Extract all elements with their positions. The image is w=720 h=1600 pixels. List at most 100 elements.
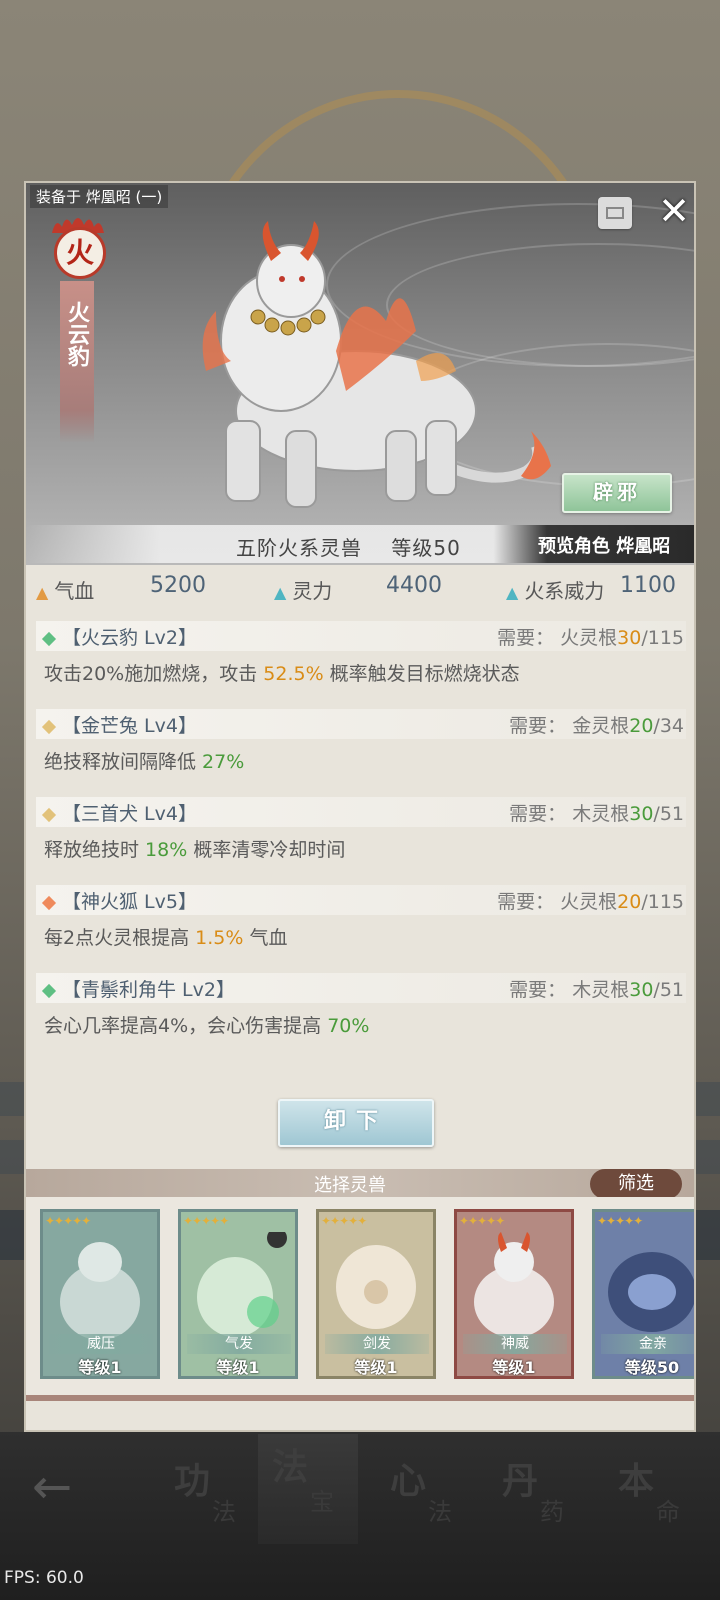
nav-label-big: 丹 — [502, 1460, 539, 1502]
skill-name-text: 【金芒兔 Lv4】 — [62, 715, 197, 737]
beast-portrait — [608, 1252, 694, 1332]
panel-bottom-edge — [26, 1395, 694, 1401]
star-rating-icon: ✦✦✦✦✦ — [321, 1214, 367, 1228]
desc-highlight: 70% — [327, 1015, 370, 1037]
diamond-icon — [41, 719, 57, 734]
alt-form-button[interactable]: 辟邪 — [562, 473, 672, 513]
skill-requirement: 需要： 火灵根20/115 — [497, 887, 684, 914]
desc-highlight: 1.5% — [195, 927, 244, 949]
beast-card-level: 等级1 — [492, 1358, 536, 1377]
skill-description: 释放绝技时 18% 概率清零冷却时间 — [44, 835, 345, 862]
desc-text: 释放绝技时 — [44, 839, 146, 861]
beast-card[interactable]: ✦✦✦✦✦ 剑发 等级1 — [316, 1209, 436, 1379]
desc-highlight: 18% — [145, 839, 188, 861]
desc-text: 每2点火灵根提高 — [44, 927, 196, 949]
req-have: 20 — [629, 715, 654, 737]
req-have: 30 — [629, 803, 654, 825]
req-root: 金灵根 — [572, 715, 630, 737]
skill-name: 【金芒兔 Lv4】 — [41, 711, 197, 738]
req-root: 火灵根 — [560, 627, 618, 649]
star-rating-icon: ✦✦✦✦✦ — [597, 1214, 643, 1228]
diamond-icon — [41, 807, 57, 822]
stat-value: 1100 — [620, 573, 676, 598]
skill-name: 【神火狐 Lv5】 — [41, 887, 197, 914]
stat-label: 灵力 — [292, 579, 333, 603]
nav-label-small: 法 — [212, 1498, 236, 1526]
bag-icon[interactable] — [598, 197, 632, 229]
nav-fabao[interactable]: 法 宝 — [258, 1434, 358, 1544]
beast-card-tag: 金亲 — [601, 1334, 694, 1354]
skill-entry: 【神火狐 Lv5】 需要： 火灵根20/115 每2点火灵根提高 1.5% 气血 — [36, 885, 686, 955]
beast-card[interactable]: ✦✦✦✦✦ 威压 等级1 — [40, 1209, 160, 1379]
req-total: /51 — [653, 979, 684, 1001]
nav-label-small: 宝 — [310, 1488, 334, 1516]
desc-text: 攻击20%施加燃烧，攻击 — [44, 663, 264, 685]
stat-mana: ▲ 灵力 4400 — [274, 573, 474, 605]
star-rating-icon: ✦✦✦✦✦ — [459, 1214, 505, 1228]
skill-name-text: 【火云豹 Lv2】 — [62, 627, 197, 649]
stat-label: 火系威力 — [524, 579, 605, 603]
back-arrow-icon[interactable]: ← — [32, 1462, 92, 1512]
stat-hp: ▲ 气血 5200 — [36, 573, 236, 605]
skill-name: 【三首犬 Lv4】 — [41, 799, 197, 826]
nav-gongfa[interactable]: 功 法 — [160, 1452, 260, 1542]
preview-character-label: 预览角色 烨凰昭 — [538, 536, 671, 557]
desc-highlight: 52.5% — [263, 663, 324, 685]
close-icon[interactable]: ✕ — [654, 191, 694, 231]
unequip-button[interactable]: 卸下 — [278, 1099, 434, 1147]
beast-card[interactable]: ✦✦✦✦✦ 神威 等级1 — [454, 1209, 574, 1379]
beast-portrait — [474, 1232, 554, 1338]
nav-label-small: 命 — [656, 1498, 680, 1526]
skill-name-text: 【三首犬 Lv4】 — [62, 803, 197, 825]
beast-card-level: 等级1 — [78, 1358, 122, 1377]
diamond-icon — [41, 631, 57, 646]
nav-danyao[interactable]: 丹 药 — [488, 1452, 588, 1542]
nav-xinfa[interactable]: 心 法 — [376, 1452, 476, 1542]
beast-portrait — [60, 1242, 140, 1340]
skill-name-text: 【青鬃利角牛 Lv2】 — [62, 979, 235, 1001]
skill-description: 每2点火灵根提高 1.5% 气血 — [44, 923, 287, 950]
triangle-up-icon: ▲ — [506, 583, 519, 602]
beast-card-level: 等级1 — [354, 1358, 398, 1377]
triangle-up-icon: ▲ — [274, 583, 287, 602]
star-rating-icon: ✦✦✦✦✦ — [183, 1214, 229, 1228]
beast-card[interactable]: ✦✦✦✦✦ 金亲 等级50 — [592, 1209, 694, 1379]
beast-card-list: ✦✦✦✦✦ 威压 等级1 ✦✦✦✦✦ 气发 等级1 ✦✦✦✦✦ 剑发 等级1 ✦… — [26, 1197, 694, 1397]
req-total: /51 — [653, 803, 684, 825]
select-beast-title: 选择灵兽 — [314, 1175, 386, 1196]
skill-name: 【火云豹 Lv2】 — [41, 623, 197, 650]
skill-requirement: 需要： 火灵根30/115 — [497, 623, 684, 650]
beast-detail-panel: 装备于 烨凰昭 (一) ✕ 火 火云豹 辟邪 五阶火系灵兽 等级50 预览角色 … — [24, 181, 696, 1432]
nav-label-small: 药 — [540, 1498, 564, 1526]
req-have: 20 — [617, 891, 642, 913]
beast-name: 火云豹 — [60, 301, 94, 374]
beast-card-tag: 威压 — [49, 1334, 153, 1354]
req-have: 30 — [629, 979, 654, 1001]
req-total: /115 — [641, 627, 684, 649]
nav-label-big: 法 — [272, 1446, 309, 1488]
diamond-icon — [41, 983, 57, 998]
skill-name: 【青鬃利角牛 Lv2】 — [41, 975, 235, 1002]
triangle-up-icon: ▲ — [36, 583, 49, 602]
nav-benming[interactable]: 本 命 — [604, 1452, 704, 1542]
fire-leopard-illustration — [202, 221, 551, 508]
desc-text: 概率清零冷却时间 — [187, 839, 346, 861]
req-root: 木灵根 — [572, 803, 630, 825]
req-prefix: 需要： — [509, 715, 567, 737]
beast-card-tag: 气发 — [187, 1334, 291, 1354]
filter-button[interactable]: 筛选 — [590, 1169, 682, 1199]
beast-hero-area: 装备于 烨凰昭 (一) ✕ 火 火云豹 辟邪 五阶火系灵兽 等级50 预览角色 … — [26, 183, 694, 565]
equipped-on-label: 装备于 烨凰昭 (一) — [30, 185, 169, 208]
skill-entry: 【三首犬 Lv4】 需要： 木灵根30/51 释放绝技时 18% 概率清零冷却时… — [36, 797, 686, 867]
star-rating-icon: ✦✦✦✦✦ — [45, 1214, 91, 1228]
skill-name-text: 【神火狐 Lv5】 — [62, 891, 197, 913]
req-total: /115 — [641, 891, 684, 913]
beast-card-tag: 剑发 — [325, 1334, 429, 1354]
nav-label-small: 法 — [428, 1498, 452, 1526]
beast-card-level: 等级1 — [216, 1358, 260, 1377]
beast-card[interactable]: ✦✦✦✦✦ 气发 等级1 — [178, 1209, 298, 1379]
skill-entry: 【火云豹 Lv2】 需要： 火灵根30/115 攻击20%施加燃烧，攻击 52.… — [36, 621, 686, 691]
beast-name-text: 火云豹 — [64, 301, 90, 367]
skill-requirement: 需要： 金灵根20/34 — [509, 711, 684, 738]
beast-rank-level: 五阶火系灵兽 等级50 — [236, 536, 461, 560]
